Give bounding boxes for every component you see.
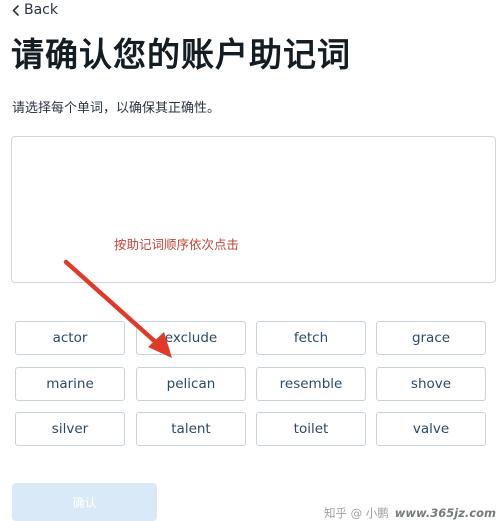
word-chip[interactable]: fetch bbox=[256, 321, 366, 355]
word-grid: actor exclude fetch grace marine pelican… bbox=[15, 321, 490, 448]
confirm-mnemonic-screen: Back 请确认您的账户助记词 请选择每个单词，以确保其正确性。 按助记词顺序依… bbox=[0, 0, 500, 521]
word-chip[interactable]: valve bbox=[376, 412, 486, 446]
page-title: 请确认您的账户助记词 bbox=[11, 35, 351, 74]
chevron-left-icon bbox=[10, 3, 20, 17]
word-chip[interactable]: toilet bbox=[256, 412, 366, 446]
word-chip[interactable]: silver bbox=[15, 412, 125, 446]
word-chip[interactable]: talent bbox=[136, 412, 246, 446]
word-chip[interactable]: grace bbox=[376, 321, 486, 355]
selected-phrase-area[interactable] bbox=[11, 136, 496, 283]
back-button[interactable]: Back bbox=[10, 1, 58, 19]
word-chip[interactable]: resemble bbox=[256, 367, 366, 401]
watermark-prefix: 知乎 @ 小鹏 bbox=[323, 506, 389, 520]
watermark: 知乎 @ 小鹏 www.365jz.com bbox=[324, 505, 496, 521]
word-chip[interactable]: marine bbox=[15, 367, 125, 401]
word-chip[interactable]: actor bbox=[15, 321, 125, 355]
watermark-site: www.365jz.com bbox=[394, 506, 496, 520]
page-subtitle: 请选择每个单词，以确保其正确性。 bbox=[12, 101, 221, 116]
word-chip[interactable]: pelican bbox=[136, 367, 246, 401]
annotation-hint-text: 按助记词顺序依次点击 bbox=[114, 237, 240, 252]
word-chip[interactable]: exclude bbox=[136, 321, 246, 355]
word-chip[interactable]: shove bbox=[376, 367, 486, 401]
confirm-button[interactable]: 确认 bbox=[12, 483, 157, 521]
back-label: Back bbox=[24, 2, 58, 18]
